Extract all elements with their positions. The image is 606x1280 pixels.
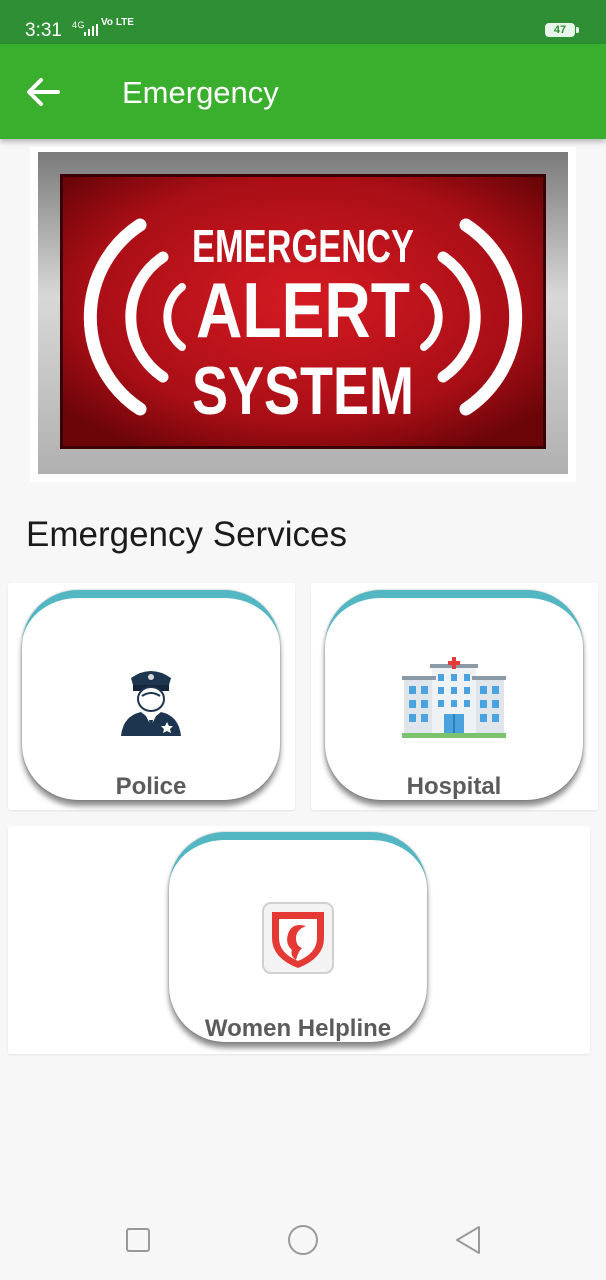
circle-icon [288,1225,318,1255]
police-officer-icon [111,658,191,738]
police-card[interactable]: Police [22,590,280,800]
banner-line3: SYSTEM [192,353,414,429]
square-icon [126,1228,150,1252]
page-title: Emergency [122,75,279,110]
emergency-alert-banner: EMERGENCY ALERT SYSTEM [30,147,576,482]
triangle-back-icon [456,1226,480,1254]
volte-indicator: Vo LTE [101,17,134,28]
section-title: Emergency Services [26,515,347,554]
signal-icon [84,24,98,36]
nav-back-button[interactable] [448,1220,488,1260]
banner-line2: ALERT [196,266,410,354]
battery-icon: 47 [545,23,575,37]
hospital-label: Hospital [406,773,502,800]
recents-button[interactable] [118,1220,158,1260]
status-bar: 3:31 4G Vo LTE 47 [0,0,606,44]
app-bar: Emergency [0,44,606,139]
women-helpline-card[interactable]: Women Helpline [169,832,427,1042]
navigation-bar [0,1196,606,1280]
women-helpline-shield-icon [262,902,334,974]
women-helpline-panel: Women Helpline [8,826,590,1054]
back-button[interactable] [22,72,72,112]
home-button[interactable] [283,1220,323,1260]
battery-tip [576,27,579,33]
women-helpline-label: Women Helpline [204,1015,392,1042]
status-time: 3:31 [25,20,62,41]
hospital-card[interactable]: Hospital [325,590,583,800]
police-panel: Police [8,583,295,810]
hospital-building-icon [402,656,506,740]
hospital-panel: Hospital [311,583,598,810]
banner-line1: EMERGENCY [192,220,414,272]
police-label: Police [115,773,187,800]
battery-level: 47 [553,24,567,36]
arrow-left-icon [27,78,60,106]
